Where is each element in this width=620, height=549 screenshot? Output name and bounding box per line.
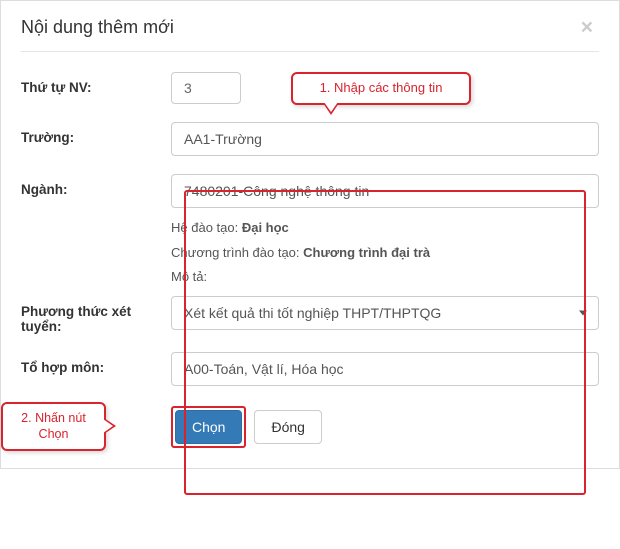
info-block: Hệ đào tạo: Đại học Chương trình đào tạo… [171, 216, 599, 290]
label-order: Thứ tự NV: [21, 72, 171, 95]
annotation-highlight-button: Chọn [171, 406, 246, 448]
label-major: Ngành: [21, 174, 171, 197]
close-icon[interactable]: × [575, 16, 599, 39]
annotation-callout-1: 1. Nhập các thông tin [291, 72, 471, 105]
method-select[interactable]: Xét kết quả thi tốt nghiệp THPT/THPTQG [171, 296, 599, 330]
modal-dialog: Nội dung thêm mới × Thứ tự NV: 1. Nhập c… [0, 0, 620, 469]
program-label: Chương trình đào tạo: [171, 245, 303, 260]
label-school: Trường: [21, 122, 171, 145]
modal-title: Nội dung thêm mới [21, 17, 174, 38]
row-combo: Tổ hợp môn: [21, 352, 599, 386]
label-method: Phương thức xét tuyển: [21, 296, 171, 334]
modal-body: Thứ tự NV: 1. Nhập các thông tin Trường:… [21, 72, 599, 448]
edu-system-value: Đại học [242, 220, 289, 235]
annotation-callout-2: 2. Nhấn nút Chọn [1, 402, 106, 451]
label-combo: Tổ hợp môn: [21, 352, 171, 375]
row-school: Trường: [21, 122, 599, 156]
close-button[interactable]: Đóng [254, 410, 321, 444]
row-major: Ngành: Hệ đào tạo: Đại học Chương trình … [21, 174, 599, 290]
row-order: Thứ tự NV: 1. Nhập các thông tin [21, 72, 599, 104]
program-value: Chương trình đại trà [303, 245, 430, 260]
description-label: Mô tả: [171, 265, 599, 290]
modal-header: Nội dung thêm mới × [21, 16, 599, 52]
major-input[interactable] [171, 174, 599, 208]
order-input[interactable] [171, 72, 241, 104]
row-method: Phương thức xét tuyển: Xét kết quả thi t… [21, 296, 599, 334]
combo-input[interactable] [171, 352, 599, 386]
school-input[interactable] [171, 122, 599, 156]
modal-footer: 2. Nhấn nút Chọn Chọn Đóng [21, 406, 599, 448]
edu-system-label: Hệ đào tạo: [171, 220, 242, 235]
choose-button[interactable]: Chọn [175, 410, 242, 444]
